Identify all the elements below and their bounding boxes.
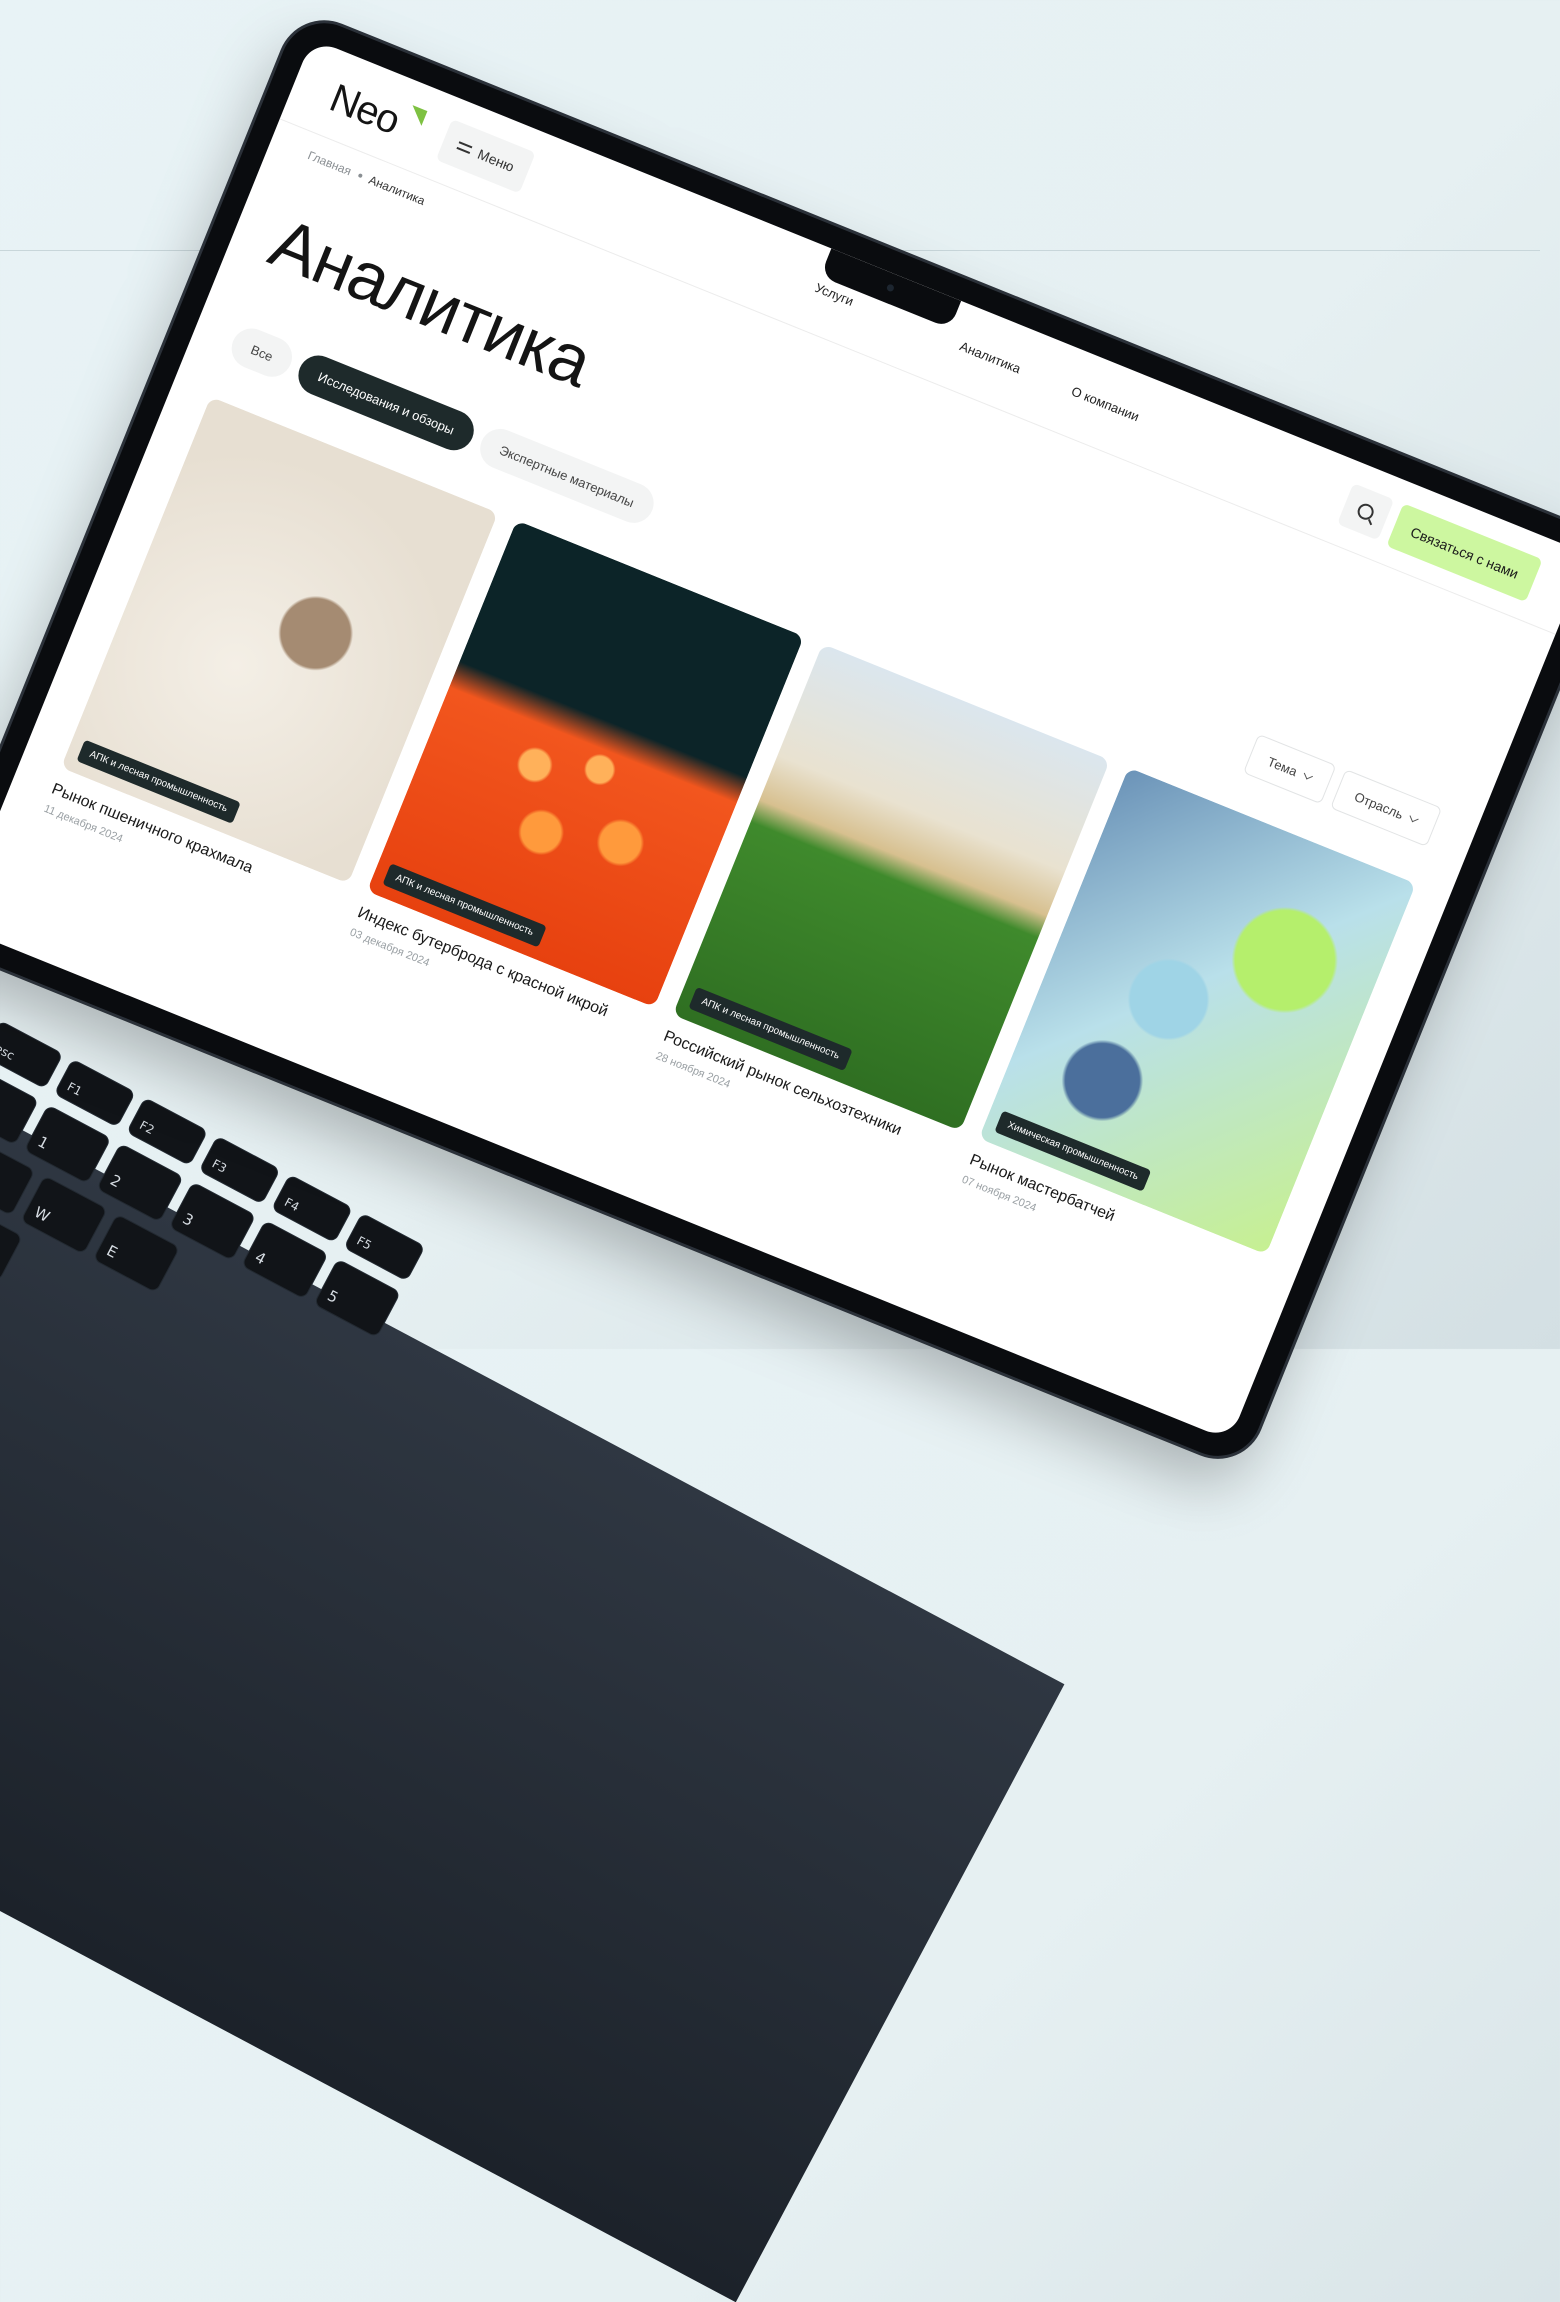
chevron-down-icon [1409,812,1419,822]
menu-label: Меню [475,145,517,175]
search-icon [1355,501,1377,523]
tab-expert[interactable]: Экспертные материалы [474,422,660,529]
breadcrumb-home[interactable]: Главная [306,148,354,178]
filter-topic-label: Тема [1265,753,1300,779]
camera-icon [885,283,895,293]
breadcrumb-current: Аналитика [366,172,428,209]
menu-icon [456,141,473,154]
breadcrumb-separator-icon [357,172,363,179]
tab-all[interactable]: Все [225,322,299,383]
menu-button[interactable]: Меню [435,118,536,194]
chevron-down-icon [1303,769,1313,779]
nav-item-about[interactable]: О компании [1069,383,1141,424]
logo-mark-icon [406,105,428,126]
filter-industry[interactable]: Отрасль [1329,768,1443,847]
site-logo[interactable]: Neo [323,76,406,144]
filter-topic[interactable]: Тема [1242,733,1337,805]
search-button[interactable] [1337,483,1395,541]
filter-industry-label: Отрасль [1352,788,1406,822]
contact-button[interactable]: Связаться с нами [1386,503,1543,603]
key-esc: esc [0,1020,64,1090]
main-nav: Услуги Аналитика О компании [813,280,1141,424]
nav-item-analytics[interactable]: Аналитика [958,338,1023,376]
